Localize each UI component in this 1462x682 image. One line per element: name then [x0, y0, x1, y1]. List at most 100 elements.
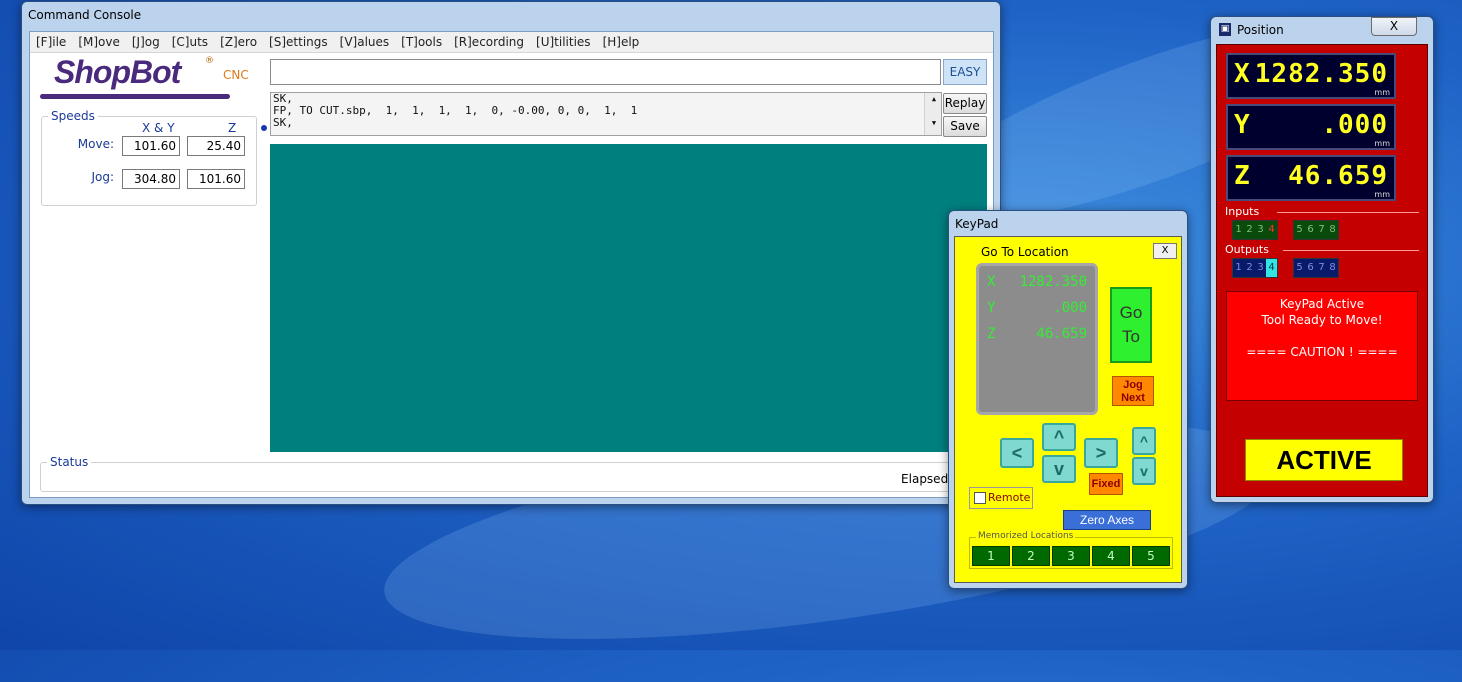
output-indicator: 5 — [1296, 262, 1303, 273]
move-xy-input[interactable] — [122, 136, 180, 156]
jog-z-up-arrow[interactable]: ^ — [1132, 427, 1156, 455]
fixed-toggle-button[interactable]: Fixed — [1089, 473, 1123, 495]
menu-jog[interactable]: [J]og — [126, 32, 166, 49]
output-indicator: 6 — [1307, 262, 1314, 273]
menu-zero[interactable]: [Z]ero — [214, 32, 263, 49]
jog-xy-input[interactable] — [122, 169, 180, 189]
app-icon: ▣ — [1219, 23, 1231, 36]
dro-value: .000 — [1321, 110, 1388, 140]
speeds-col-z: Z — [228, 121, 237, 135]
menu-move[interactable]: [M]ove — [72, 32, 126, 49]
input-indicator: 2 — [1246, 224, 1253, 235]
inputs-label: Inputs — [1225, 205, 1260, 218]
jog-right-arrow[interactable]: > — [1084, 438, 1118, 468]
message-line: Tool Ready to Move! — [1261, 313, 1383, 327]
menu-values[interactable]: [V]alues — [334, 32, 396, 49]
input-indicator: 1 — [1235, 224, 1242, 235]
dro-unit: mm — [1374, 88, 1390, 97]
speeds-group: Speeds X & Y Z Move: Jog: — [41, 109, 257, 206]
command-console-window: Command Console [F]ile [M]ove [J]og [C]uts[… — [21, 1, 1001, 505]
outputs-group-a: 1 2 3 4 — [1232, 258, 1278, 278]
menu-cuts[interactable]: [C]uts — [166, 32, 214, 49]
move-z-input[interactable] — [187, 136, 245, 156]
log-line: FP, TO CUT.sbp, 1, 1, 1, 1, 0, -0.00, 0,… — [273, 104, 638, 117]
jog-next-button[interactable]: Jog Next — [1112, 376, 1154, 406]
display-value: 1282.350 — [1019, 274, 1087, 290]
outputs-divider — [1283, 250, 1419, 251]
active-indicator[interactable]: ACTIVE — [1245, 439, 1403, 481]
menu-help[interactable]: [H]elp — [597, 32, 646, 49]
memorized-location-button[interactable]: 3 — [1052, 546, 1090, 566]
logo-registered-mark: ® — [205, 56, 214, 66]
jog-z-down-arrow[interactable]: v — [1132, 457, 1156, 485]
input-indicator: 6 — [1307, 224, 1314, 235]
status-group: Status Elapsed: 00:0 — [40, 455, 990, 492]
remote-checkbox[interactable]: Remote — [969, 487, 1033, 509]
input-indicator-active: 4 — [1268, 224, 1275, 235]
jog-left-arrow[interactable]: < — [1000, 438, 1034, 468]
input-indicator: 8 — [1329, 224, 1336, 235]
display-axis: Z — [987, 326, 996, 342]
keypad-body: Go To Location X X 1282.350 Y .000 Z 46.… — [954, 236, 1182, 583]
position-title: Position — [1237, 23, 1284, 37]
output-indicator: 3 — [1257, 262, 1264, 273]
input-indicator: 3 — [1257, 224, 1264, 235]
input-indicator: 5 — [1296, 224, 1303, 235]
log-scrollbar[interactable]: ▲ ▼ — [924, 93, 941, 135]
dro-axis: Y — [1234, 110, 1250, 140]
close-button[interactable]: X — [1371, 17, 1417, 36]
dro-value: 46.659 — [1288, 161, 1388, 191]
easy-button[interactable]: EASY — [943, 59, 987, 85]
jog-down-arrow[interactable]: v — [1042, 455, 1076, 483]
go-to-label: To — [1122, 327, 1140, 346]
inputs-divider — [1277, 212, 1419, 213]
jog-up-arrow[interactable]: ^ — [1042, 423, 1076, 451]
memorized-location-button[interactable]: 5 — [1132, 546, 1170, 566]
dro-axis: X — [1234, 59, 1250, 89]
move-speed-label: Move: — [77, 137, 114, 151]
menu-recording[interactable]: [R]ecording — [448, 32, 530, 49]
keypad-window: KeyPad Go To Location X X 1282.350 Y .00… — [948, 210, 1188, 589]
goto-location-title: Go To Location — [981, 245, 1069, 259]
speeds-legend: Speeds — [48, 109, 98, 123]
memorized-location-button[interactable]: 1 — [972, 546, 1010, 566]
message-line: KeyPad Active — [1279, 297, 1365, 311]
menu-utilities[interactable]: [U]tilities — [530, 32, 597, 49]
zero-axes-button[interactable]: Zero Axes — [1063, 510, 1151, 530]
output-indicator: 8 — [1329, 262, 1336, 273]
memorized-legend: Memorized Locations — [976, 531, 1076, 541]
dro-x: X 1282.350 mm — [1226, 53, 1396, 99]
input-indicator: 7 — [1318, 224, 1325, 235]
memorized-location-button[interactable]: 2 — [1012, 546, 1050, 566]
position-body: X 1282.350 mm Y .000 mm Z 46.659 mm Inpu… — [1216, 44, 1428, 497]
outputs-group-b: 5 6 7 8 — [1293, 258, 1339, 278]
output-indicator: 2 — [1246, 262, 1253, 273]
position-window: ▣ Position X X 1282.350 mm Y .000 mm Z 4… — [1210, 16, 1434, 503]
command-input[interactable] — [270, 59, 941, 85]
log-line: SK, — [273, 116, 293, 129]
dro-unit: mm — [1374, 190, 1390, 199]
jog-next-label: Next — [1121, 392, 1145, 404]
save-button[interactable]: Save — [943, 116, 987, 137]
keypad-close-button[interactable]: X — [1153, 243, 1177, 259]
console-title: Command Console — [28, 8, 142, 22]
dro-axis: Z — [1234, 161, 1250, 191]
log-marker-dot — [261, 125, 267, 131]
memorized-location-button[interactable]: 4 — [1092, 546, 1130, 566]
menu-settings[interactable]: [S]ettings — [263, 32, 334, 49]
keypad-display: X 1282.350 Y .000 Z 46.659 — [976, 263, 1098, 415]
output-indicator-active: 4 — [1266, 259, 1277, 277]
keypad-title: KeyPad — [955, 217, 999, 231]
go-to-button[interactable]: Go To — [1110, 287, 1152, 363]
logo-brand: ShopBot — [54, 54, 181, 90]
checkbox-box[interactable] — [974, 492, 986, 504]
output-indicator: 7 — [1318, 262, 1325, 273]
preview-canvas[interactable] — [270, 144, 987, 452]
replay-button[interactable]: Replay — [943, 93, 987, 114]
menu-tools[interactable]: [T]ools — [395, 32, 448, 49]
dro-value: 1282.350 — [1254, 59, 1388, 89]
command-log[interactable]: SK, FP, TO CUT.sbp, 1, 1, 1, 1, 0, -0.00… — [270, 92, 942, 136]
memorized-locations-group: Memorized Locations 1 2 3 4 5 — [969, 531, 1173, 569]
menu-file[interactable]: [F]ile — [30, 32, 72, 49]
jog-z-input[interactable] — [187, 169, 245, 189]
